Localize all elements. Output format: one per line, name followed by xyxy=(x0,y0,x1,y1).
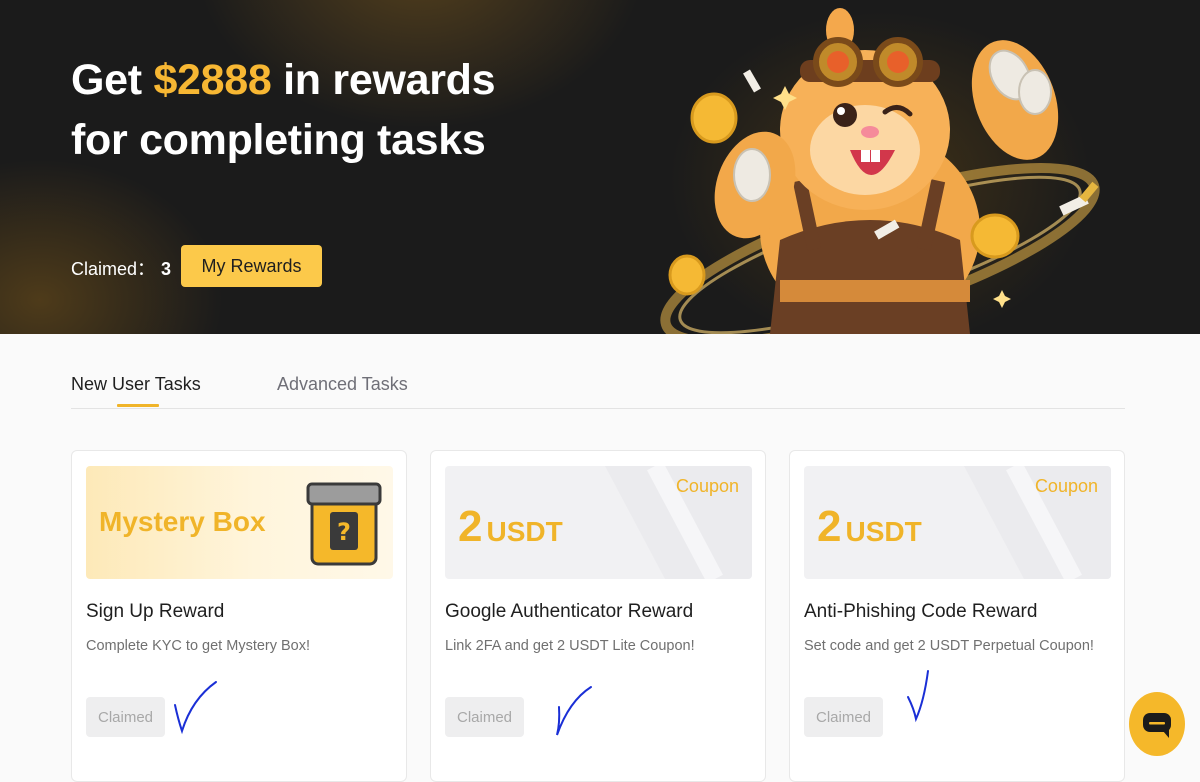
my-rewards-button[interactable]: My Rewards xyxy=(181,245,322,287)
claimed-button[interactable]: Claimed xyxy=(445,697,524,737)
claimed-counter: Claimed： 3 xyxy=(71,255,171,281)
coupon-banner: 2 USDT Coupon xyxy=(445,466,752,579)
active-tab-indicator xyxy=(117,404,159,407)
coupon-amount: 2 USDT xyxy=(817,502,922,552)
card-description: Complete KYC to get Mystery Box! xyxy=(86,638,311,654)
task-card-anti-phishing: 2 USDT Coupon Anti-Phishing Code Reward S… xyxy=(789,450,1125,782)
coupon-label: Coupon xyxy=(1034,476,1098,496)
claimed-label: Claimed： xyxy=(71,259,156,279)
handwritten-check-icon xyxy=(907,670,929,723)
coupon-number: 2 xyxy=(817,502,842,551)
coupon-unit: USDT xyxy=(845,516,922,547)
handwritten-check-icon xyxy=(174,681,217,735)
hero-title-line2: for completing tasks xyxy=(71,116,486,164)
hero-title-prefix: Get xyxy=(71,56,154,104)
svg-text:?: ? xyxy=(337,518,351,546)
coupon-number: 2 xyxy=(458,502,483,551)
tab-new-user-tasks[interactable]: New User Tasks xyxy=(71,374,201,395)
tab-advanced-tasks[interactable]: Advanced Tasks xyxy=(277,374,408,395)
task-tabs: New User Tasks Advanced Tasks xyxy=(71,370,1125,409)
task-card-sign-up: Mystery Box ? Sign Up Reward Complete KY… xyxy=(71,450,407,782)
coupon-amount: 2 USDT xyxy=(458,502,563,552)
task-card-google-authenticator: 2 USDT Coupon Google Authenticator Reward… xyxy=(430,450,766,782)
hamster-mascot-illustration xyxy=(660,8,1100,334)
support-chat-button[interactable] xyxy=(1129,692,1185,756)
card-description: Set code and get 2 USDT Perpetual Coupon… xyxy=(804,638,1094,654)
reward-amount: $2888 xyxy=(153,56,272,104)
coupon-banner: 2 USDT Coupon xyxy=(804,466,1111,579)
claimed-count: 3 xyxy=(161,259,172,279)
hero-banner: Get $2888 in rewards for completing task… xyxy=(0,0,1200,334)
card-title: Google Authenticator Reward xyxy=(445,601,694,622)
claimed-button[interactable]: Claimed xyxy=(804,697,883,737)
handwritten-check-icon xyxy=(556,686,592,736)
mystery-box-label: Mystery Box xyxy=(99,506,266,537)
chat-bubble-icon xyxy=(1143,713,1171,738)
coupon-unit: USDT xyxy=(486,516,563,547)
hero-title: Get $2888 in rewards for completing task… xyxy=(71,50,496,170)
hero-title-suffix: in rewards xyxy=(271,56,496,104)
card-description: Link 2FA and get 2 USDT Lite Coupon! xyxy=(445,638,695,654)
claimed-button[interactable]: Claimed xyxy=(86,697,165,737)
mystery-box-banner: Mystery Box ? xyxy=(86,466,393,579)
mystery-box-icon: ? xyxy=(306,482,382,566)
card-title: Anti-Phishing Code Reward xyxy=(804,601,1038,622)
coupon-label: Coupon xyxy=(675,476,739,496)
card-title: Sign Up Reward xyxy=(86,601,225,622)
